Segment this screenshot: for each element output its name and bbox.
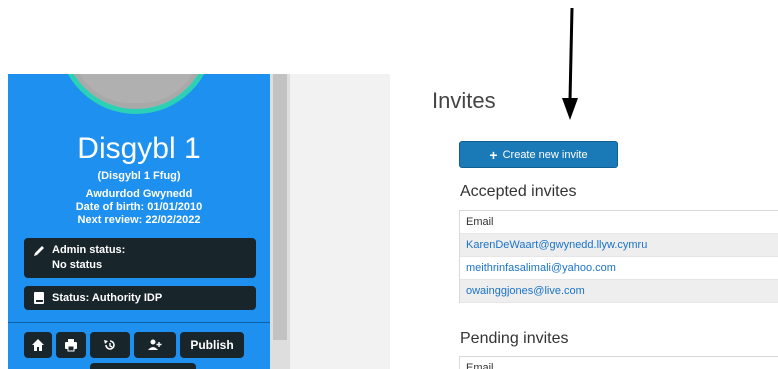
book-icon bbox=[34, 292, 44, 304]
avatar bbox=[58, 74, 214, 114]
pencil-icon bbox=[34, 246, 44, 256]
extra-button[interactable] bbox=[90, 363, 196, 369]
publish-button[interactable]: Publish bbox=[180, 332, 244, 358]
profile-dob: Date of birth: 01/01/2010 bbox=[75, 201, 203, 213]
create-invite-label: Create new invite bbox=[502, 148, 588, 161]
profile-next-review: Next review: 22/02/2022 bbox=[77, 214, 201, 226]
print-button[interactable] bbox=[56, 332, 86, 358]
table-row[interactable]: owainggjones@live.com bbox=[460, 280, 778, 303]
page: Disgybl 1 (Disgybl 1 Ffug) Awdurdod Gwyn… bbox=[0, 0, 778, 369]
scrollbar[interactable] bbox=[270, 74, 290, 369]
add-user-button[interactable] bbox=[134, 332, 176, 358]
email-column-header: Email bbox=[460, 211, 778, 234]
email-column-header: Email bbox=[460, 357, 778, 369]
add-user-icon bbox=[148, 339, 162, 350]
history-button[interactable] bbox=[90, 332, 130, 358]
gutter bbox=[290, 74, 390, 369]
status-label: Status: Authority IDP bbox=[52, 292, 163, 304]
history-icon bbox=[104, 340, 115, 350]
create-invite-button[interactable]: + Create new invite bbox=[459, 141, 618, 168]
status-box: Status: Authority IDP bbox=[24, 286, 256, 310]
pending-invites-heading: Pending invites bbox=[460, 330, 569, 347]
plus-icon: + bbox=[489, 146, 498, 163]
scrollbar-thumb[interactable] bbox=[273, 74, 287, 340]
profile-sidebar: Disgybl 1 (Disgybl 1 Ffug) Awdurdod Gwyn… bbox=[8, 74, 270, 369]
table-row[interactable]: KarenDeWaart@gwynedd.llyw.cymru bbox=[460, 234, 778, 257]
admin-status-box: Admin status: No status bbox=[24, 238, 256, 278]
profile-alias: (Disgybl 1 Ffug) bbox=[97, 170, 181, 182]
page-title: Invites bbox=[432, 88, 496, 113]
profile-name: Disgybl 1 bbox=[77, 132, 201, 165]
home-button[interactable] bbox=[24, 332, 52, 358]
print-icon bbox=[65, 339, 77, 352]
pending-invites-table: Email bbox=[459, 356, 778, 369]
home-icon bbox=[32, 339, 44, 351]
down-arrow bbox=[562, 8, 578, 120]
accepted-invites-table: Email KarenDeWaart@gwynedd.llyw.cymru me… bbox=[459, 210, 778, 303]
profile-authority: Awdurdod Gwynedd bbox=[85, 188, 193, 200]
table-row[interactable]: meithrinfasalimali@yahoo.com bbox=[460, 257, 778, 280]
admin-status-value: No status bbox=[52, 259, 103, 271]
sidebar-divider bbox=[8, 322, 270, 323]
admin-status-label: Admin status: bbox=[52, 244, 126, 256]
accepted-invites-heading: Accepted invites bbox=[460, 183, 577, 200]
sidebar-actions: Publish bbox=[24, 332, 244, 358]
